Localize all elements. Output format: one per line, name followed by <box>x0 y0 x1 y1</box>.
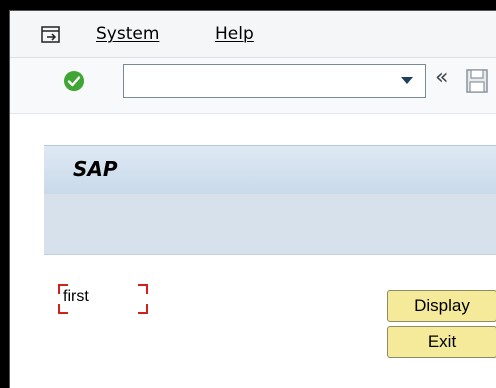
menu-system[interactable]: System <box>96 24 159 44</box>
display-button[interactable]: Display <box>387 290 496 322</box>
first-field-label: first <box>63 288 89 305</box>
title-bar: SAP <box>44 145 496 195</box>
chevron-down-icon[interactable] <box>399 73 415 87</box>
menu-help[interactable]: Help <box>215 24 254 44</box>
collapse-toolbar-button[interactable]: « <box>435 63 448 93</box>
save-icon[interactable] <box>465 68 489 94</box>
menu-enter-icon[interactable] <box>41 26 61 44</box>
work-area: first Display Exit <box>44 255 496 388</box>
focus-corner <box>138 304 148 314</box>
standard-toolbar: « <box>10 58 496 114</box>
sap-window: System Help « SAP first Display Exit <box>9 10 496 388</box>
first-field[interactable]: first <box>58 284 148 314</box>
green-checkmark-icon[interactable] <box>63 70 85 92</box>
application-toolbar <box>44 194 496 255</box>
focus-corner <box>138 284 148 294</box>
page-title: SAP <box>73 157 118 181</box>
menu-bar: System Help <box>10 11 496 58</box>
command-field[interactable] <box>123 64 426 98</box>
exit-button[interactable]: Exit <box>387 326 496 358</box>
